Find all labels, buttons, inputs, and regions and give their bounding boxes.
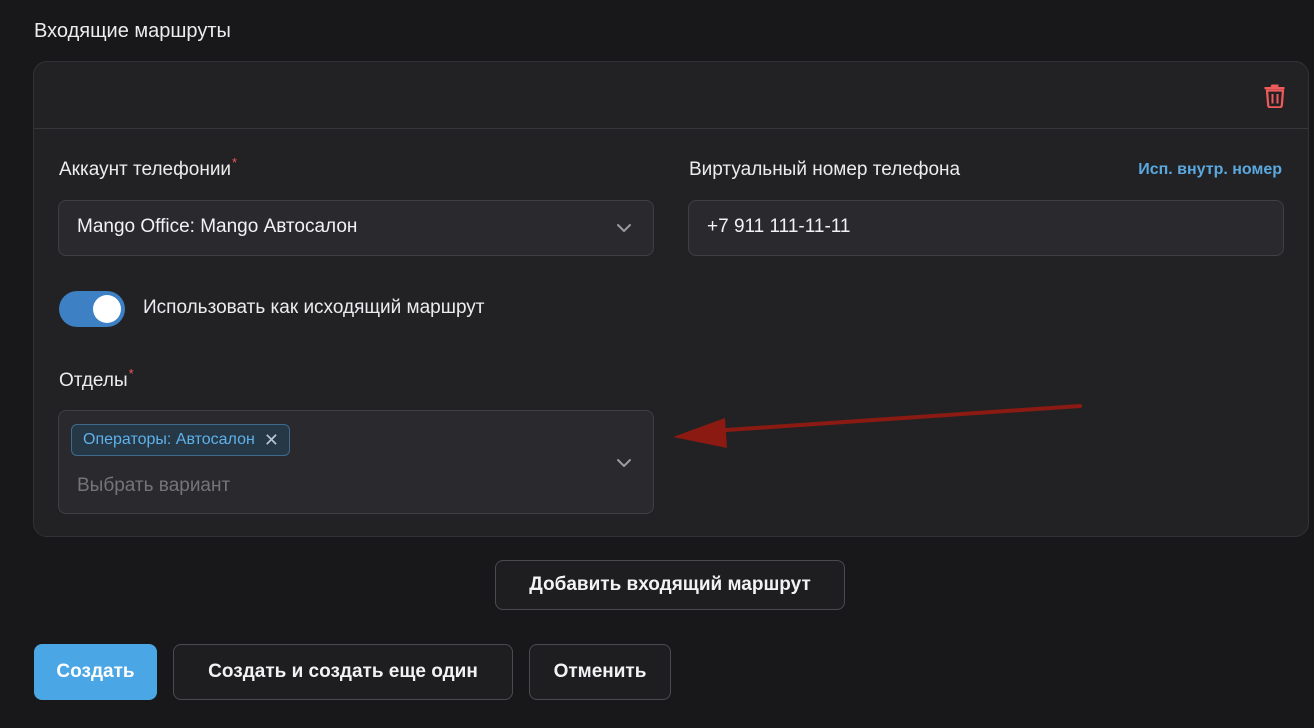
close-icon[interactable]: ✕ xyxy=(264,431,279,449)
virtual-number-input[interactable]: +7 911 111-11-11 xyxy=(688,200,1284,256)
delete-route-button[interactable] xyxy=(1260,80,1290,110)
chevron-down-icon xyxy=(617,224,631,232)
virtual-number-label: Виртуальный номер телефона xyxy=(689,159,961,180)
telephony-account-label-text: Аккаунт телефонии xyxy=(59,159,232,180)
telephony-account-select[interactable]: Mango Office: Mango Автосалон xyxy=(58,200,654,256)
toggle-knob xyxy=(93,295,121,323)
departments-label: Отделы* xyxy=(59,366,134,392)
departments-label-text: Отделы xyxy=(59,370,128,391)
departments-multiselect[interactable]: Операторы: Автосалон ✕ Выбрать вариант xyxy=(58,410,654,514)
outgoing-route-toggle[interactable] xyxy=(59,291,125,327)
chevron-down-icon xyxy=(617,459,631,467)
incoming-route-card: Аккаунт телефонии* Mango Office: Mango А… xyxy=(33,61,1309,537)
selected-tag: Операторы: Автосалон ✕ xyxy=(71,424,290,456)
virtual-number-value: +7 911 111-11-11 xyxy=(707,216,851,237)
outgoing-route-toggle-label: Использовать как исходящий маршрут xyxy=(143,297,485,318)
section-title: Входящие маршруты xyxy=(34,20,231,42)
telephony-account-label: Аккаунт телефонии* xyxy=(59,155,237,181)
telephony-account-value: Mango Office: Mango Автосалон xyxy=(77,216,358,237)
add-incoming-route-button[interactable]: Добавить входящий маршрут xyxy=(495,560,845,610)
page: Входящие маршруты Аккаунт телефонии* Man… xyxy=(0,0,1314,728)
create-button[interactable]: Создать xyxy=(34,644,157,700)
cancel-button[interactable]: Отменить xyxy=(529,644,671,700)
card-header xyxy=(34,62,1308,129)
departments-placeholder[interactable]: Выбрать вариант xyxy=(77,475,230,497)
tag-label: Операторы: Автосалон xyxy=(83,431,255,448)
create-and-add-another-button[interactable]: Создать и создать еще один xyxy=(173,644,513,700)
trash-icon xyxy=(1264,84,1285,108)
use-internal-number-link[interactable]: Исп. внутр. номер xyxy=(1138,161,1282,179)
required-mark: * xyxy=(128,366,134,381)
required-mark: * xyxy=(232,155,238,170)
